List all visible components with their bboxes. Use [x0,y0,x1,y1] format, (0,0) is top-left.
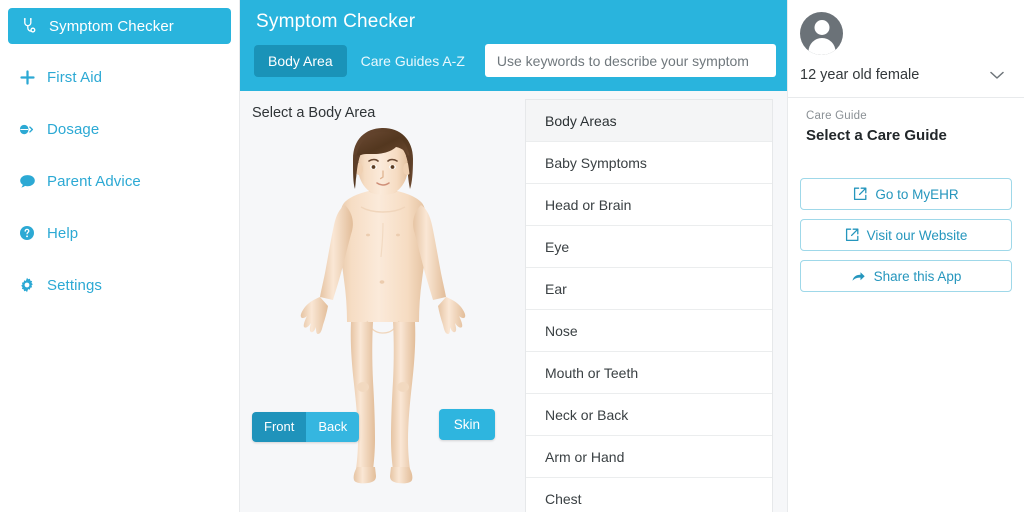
sidebar-item-label: Settings [47,276,102,294]
patient-block: 12 year old female [788,0,1024,83]
chevron-down-icon[interactable] [990,71,1004,80]
sidebar-item-parent-advice[interactable]: Parent Advice [0,162,239,200]
sidebar-item-label: Symptom Checker [49,17,174,35]
plus-icon [16,69,38,85]
sidebar-item-label: Help [47,224,79,242]
select-body-area-label: Select a Body Area [252,105,376,121]
list-item[interactable]: Arm or Hand [526,436,772,478]
visit-our-website-button[interactable]: Visit our Website [800,219,1012,251]
front-view-button[interactable]: Front [252,412,307,442]
body-areas-list-header: Body Areas [526,100,772,142]
sidebar-item-settings[interactable]: Settings [0,266,239,304]
symptom-search-box[interactable] [484,44,776,77]
page-title: Symptom Checker [256,11,416,32]
action-label: Visit our Website [866,227,968,243]
skin-button[interactable]: Skin [438,409,495,440]
external-link-icon [845,228,859,242]
action-label: Share this App [873,268,962,284]
action-label: Go to MyEHR [875,186,959,202]
care-guide-block: Care Guide Select a Care Guide [788,98,1024,144]
child-body-front-illustration[interactable] [285,125,481,505]
chat-bubble-icon [16,174,38,189]
care-guide-label: Care Guide [806,110,867,122]
main-content: Symptom Checker Body Area Care Guides A-… [240,0,787,512]
sidebar-item-symptom-checker[interactable]: Symptom Checker [8,8,231,44]
sidebar-item-label: First Aid [47,68,103,86]
list-item[interactable]: Ear [526,268,772,310]
user-avatar-icon [800,12,843,55]
sidebar-item-label: Parent Advice [47,172,141,190]
tab-care-guides-a-z[interactable]: Care Guides A-Z [347,45,479,77]
app-root: Symptom Checker First Aid Dosage Parent … [0,0,1024,512]
gear-icon [16,277,38,293]
body-area-selector: Select a Body Area Front Back Skin Body … [240,91,787,512]
go-to-myehr-button[interactable]: Go to MyEHR [800,178,1012,210]
external-link-icon [853,187,867,201]
list-item[interactable]: Neck or Back [526,394,772,436]
patient-name: 12 year old female [800,67,920,83]
list-item[interactable]: Baby Symptoms [526,142,772,184]
app-header: Symptom Checker Body Area Care Guides A-… [240,0,787,91]
stethoscope-icon [18,18,40,34]
back-view-button[interactable]: Back [306,412,360,442]
question-circle-icon [16,225,38,241]
tab-bar: Body Area Care Guides A-Z [254,44,787,77]
list-item[interactable]: Eye [526,226,772,268]
care-guide-value: Select a Care Guide [806,127,947,144]
right-panel: 12 year old female Care Guide Select a C… [787,0,1024,512]
body-figure[interactable] [240,125,525,512]
search-input[interactable] [496,52,764,69]
tab-body-area[interactable]: Body Area [254,44,347,77]
sidebar-item-label: Dosage [47,120,100,138]
sidebar-item-first-aid[interactable]: First Aid [0,58,239,96]
list-item[interactable]: Head or Brain [526,184,772,226]
list-item[interactable]: Nose [526,310,772,352]
pill-icon [16,122,38,137]
share-this-app-button[interactable]: Share this App [800,260,1012,292]
body-areas-list: Body Areas Baby Symptoms Head or Brain E… [525,99,773,512]
sidebar-item-dosage[interactable]: Dosage [0,110,239,148]
list-item[interactable]: Chest [526,478,772,512]
front-back-toggle[interactable]: Front Back [252,412,360,442]
list-item[interactable]: Mouth or Teeth [526,352,772,394]
patient-selector[interactable]: 12 year old female [800,67,1010,83]
body-figure-pane: Select a Body Area Front Back Skin [240,91,525,512]
share-arrow-icon [851,269,866,283]
sidebar-item-help[interactable]: Help [0,214,239,252]
sidebar: Symptom Checker First Aid Dosage Parent … [0,0,240,512]
action-buttons: Go to MyEHR Visit our Website Share this… [788,178,1024,292]
